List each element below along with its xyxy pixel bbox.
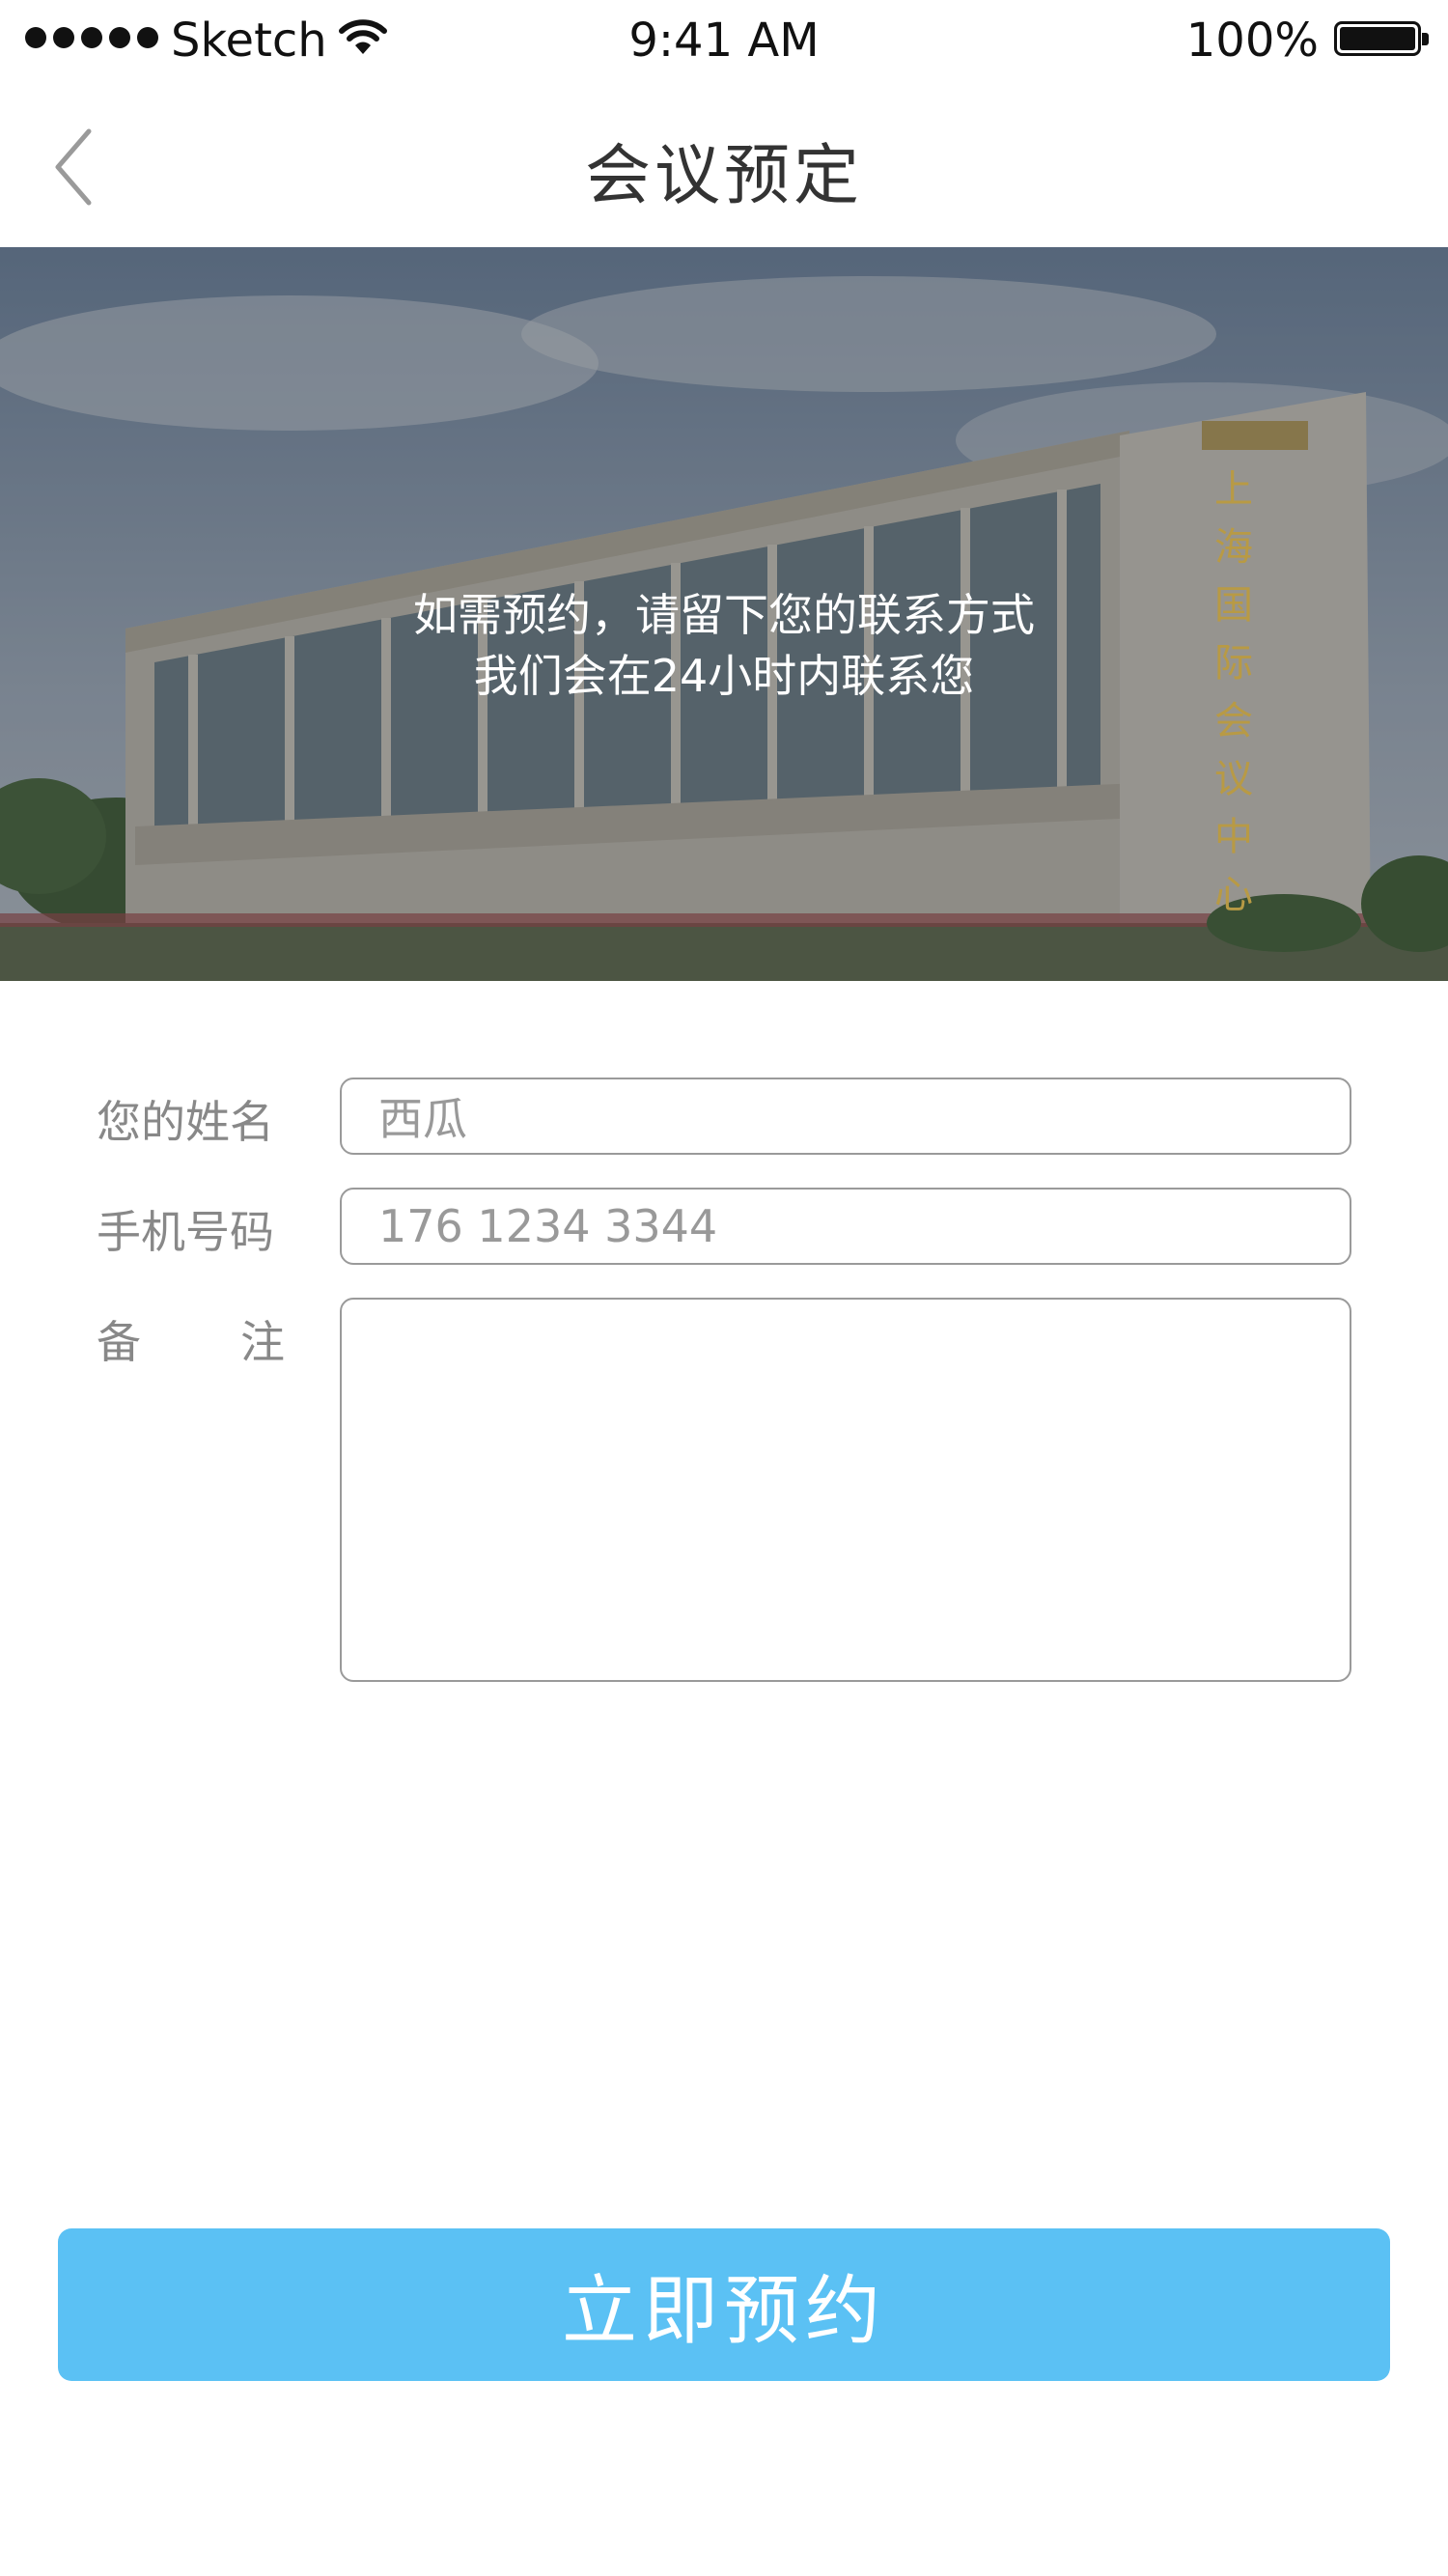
name-field[interactable]	[340, 1078, 1351, 1155]
hero-message-line-2: 我们会在24小时内联系您	[473, 650, 975, 702]
sign-char: 心	[1214, 873, 1253, 917]
battery-percentage: 100%	[1185, 14, 1319, 68]
battery-icon	[1334, 21, 1429, 56]
status-bar: Sketch 9:41 AM 100%	[0, 0, 1448, 85]
book-now-button[interactable]: 立即预约	[58, 2228, 1390, 2381]
phone-field[interactable]	[340, 1188, 1351, 1265]
sign-char: 中	[1214, 815, 1253, 859]
hero-message-line-1: 如需预约，请留下您的联系方式	[413, 589, 1035, 641]
notes-label: 备 注	[97, 1307, 285, 1371]
page-title: 会议预定	[584, 138, 863, 214]
sign-char: 议	[1214, 757, 1253, 801]
name-label: 您的姓名	[97, 1096, 274, 1148]
sign-char: 上	[1214, 467, 1253, 512]
notes-label-char: 备	[97, 1316, 141, 1368]
navigation-bar: 会议预定	[0, 85, 1448, 247]
phone-label: 手机号码	[97, 1206, 274, 1258]
notes-field[interactable]	[340, 1298, 1351, 1682]
notes-label-char: 注	[240, 1316, 285, 1368]
sign-char: 海	[1214, 525, 1253, 570]
hero-banner: 上 海 国 际 会 议 中 心 如需预约，请留下您的联系方式 我们会在24小时内…	[0, 247, 1448, 981]
